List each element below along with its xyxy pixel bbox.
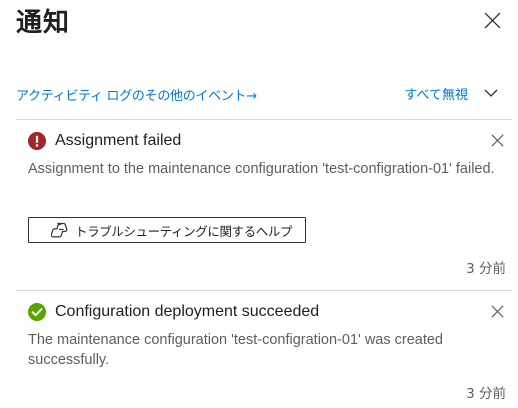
- notification-message: Assignment to the maintenance configurat…: [28, 161, 495, 177]
- notification-title: Configuration deployment succeeded: [55, 303, 320, 320]
- activity-log-link[interactable]: アクティビティ ログのその他のイベント→: [16, 85, 257, 104]
- close-icon: [491, 134, 504, 147]
- dismiss-all-button[interactable]: すべて無視: [404, 84, 468, 103]
- notification-time: 3 分前: [466, 261, 506, 277]
- success-check-icon: [28, 303, 46, 321]
- notification-message: The maintenance configuration 'test-conf…: [28, 332, 443, 368]
- notification-header: Assignment failed: [28, 131, 181, 151]
- notification-header: Configuration deployment succeeded: [28, 302, 319, 322]
- divider: [16, 119, 512, 120]
- close-icon: [491, 305, 504, 318]
- dismiss-notification-button[interactable]: [491, 134, 504, 147]
- dismiss-notification-button[interactable]: [491, 305, 504, 318]
- notification-card-error: Assignment failed Assignment to the main…: [16, 131, 512, 287]
- notification-title: Assignment failed: [55, 132, 182, 149]
- notification-actions: アクティビティ ログのその他のイベント→ すべて無視: [16, 84, 500, 104]
- error-circle-icon: [28, 132, 46, 150]
- panel-title: 通知: [16, 8, 71, 38]
- divider: [16, 290, 512, 291]
- notification-time: 3 分前: [466, 386, 506, 402]
- copilot-icon: [51, 220, 71, 240]
- close-panel-button[interactable]: [484, 12, 501, 29]
- chevron-down-icon: [484, 89, 498, 97]
- help-button-label: トラブルシューティングに関するヘルプ: [75, 223, 293, 239]
- expand-all-button[interactable]: [484, 88, 498, 98]
- notification-card-success: Configuration deployment succeeded The m…: [16, 302, 512, 406]
- troubleshooting-help-button[interactable]: トラブルシューティングに関するヘルプ: [28, 217, 306, 243]
- close-icon: [484, 12, 501, 29]
